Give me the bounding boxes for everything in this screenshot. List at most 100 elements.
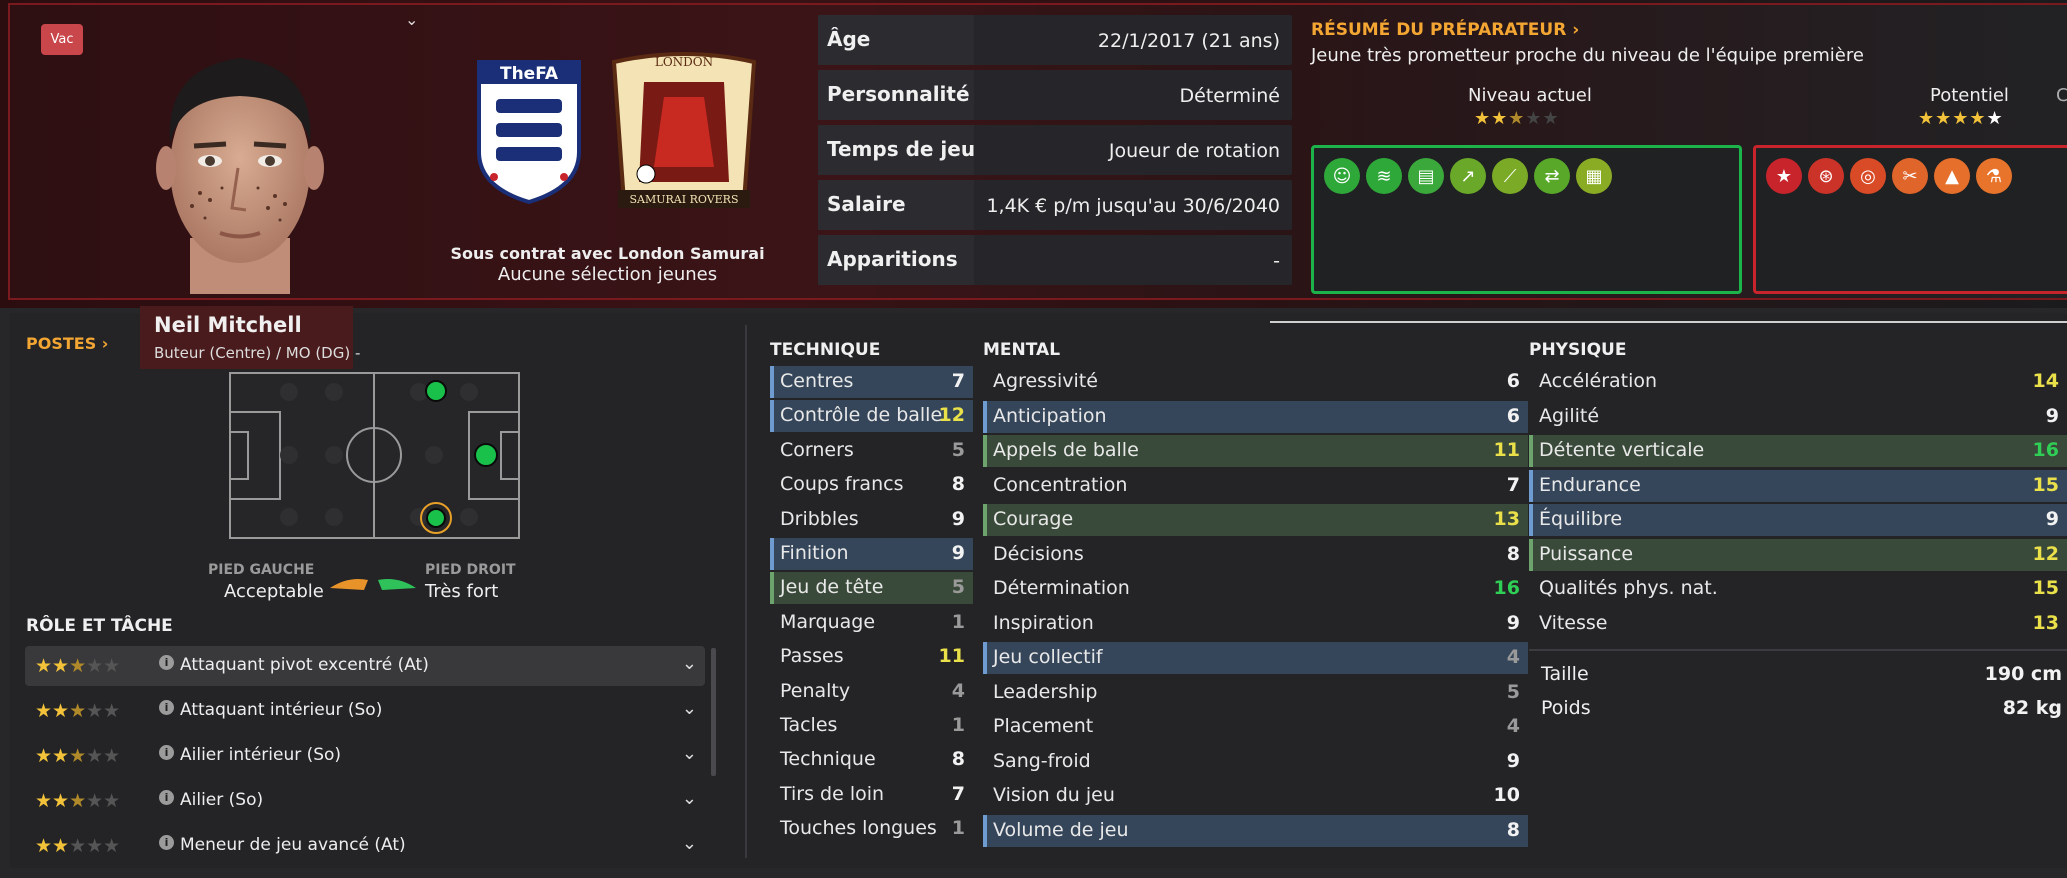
attribute-row[interactable]: Équilibre 9: [1529, 504, 2067, 536]
role-item[interactable]: ★★★★★ i Attaquant intérieur (So) ⌄: [25, 691, 705, 731]
attribute-row[interactable]: Technique 8: [770, 744, 973, 776]
player-name: Neil Mitchell: [154, 313, 302, 337]
chevron-down-icon[interactable]: ⌄: [682, 833, 697, 854]
attribute-row[interactable]: Vision du jeu 10: [983, 780, 1528, 812]
attribute-row[interactable]: Inspiration 9: [983, 608, 1528, 640]
notes-icon[interactable]: ▦: [1576, 158, 1612, 194]
attribute-row[interactable]: Concentration 7: [983, 470, 1528, 502]
status-badge[interactable]: Vac: [41, 24, 83, 55]
attribute-row[interactable]: Tacles 1: [770, 710, 973, 742]
positions-link[interactable]: POSTES ›: [26, 334, 108, 353]
attribute-row[interactable]: Jeu collectif 4: [983, 642, 1528, 674]
attribute-row[interactable]: Jeu de tête 5: [770, 572, 973, 605]
role-item[interactable]: ★★★★★ i Ailier intérieur (So) ⌄: [25, 736, 705, 776]
attribute-value: 1: [951, 610, 965, 633]
attribute-row[interactable]: Détermination 16: [983, 573, 1528, 605]
attribute-row[interactable]: Volume de jeu 8: [983, 814, 1528, 847]
role-item[interactable]: ★★★★★ i Ailier (So) ⌄: [25, 781, 705, 821]
chevron-down-icon[interactable]: ⌄: [682, 653, 697, 674]
attribute-row[interactable]: Finition 9: [770, 538, 973, 570]
attribute-row[interactable]: Contrôle de balle 12: [770, 400, 973, 433]
attribute-name: Vitesse: [1539, 611, 1608, 634]
attribute-row[interactable]: Endurance 15: [1529, 469, 2067, 502]
info-icon[interactable]: i: [159, 835, 174, 850]
attribute-name: Jeu de tête: [780, 576, 884, 599]
attribute-name: Sang-froid: [993, 749, 1091, 772]
attribute-row[interactable]: Touches longues 1: [770, 813, 973, 845]
attribute-row[interactable]: Dribbles 9: [770, 504, 973, 536]
trend-up-icon[interactable]: ↗: [1450, 158, 1486, 194]
attribute-row[interactable]: Tirs de loin 7: [770, 779, 973, 811]
attribute-row[interactable]: Décisions 8: [983, 539, 1528, 571]
attribute-name: Passes: [780, 645, 844, 668]
attribute-name: Puissance: [1539, 542, 1634, 565]
attribute-row[interactable]: Appels de balle 11: [983, 435, 1528, 467]
cone-icon[interactable]: ▲: [1934, 158, 1970, 194]
attribute-row[interactable]: Centres 7: [770, 366, 973, 398]
attribute-row[interactable]: Corners 5: [770, 435, 973, 467]
attribute-row[interactable]: Accélération 14: [1529, 366, 2067, 398]
attribute-row[interactable]: Détente verticale 16: [1529, 435, 2067, 467]
attribute-value: 4: [1506, 715, 1520, 737]
attribute-name: Tacles: [780, 714, 838, 736]
attribute-value: 13: [1493, 508, 1520, 530]
scout-summary-text: Jeune très prometteur proche du niveau d…: [1311, 45, 1864, 66]
attribute-value: 9: [951, 507, 965, 530]
attribute-value: 11: [1493, 439, 1520, 461]
attribute-row[interactable]: Passes 11: [770, 641, 973, 673]
brain-icon[interactable]: ☺: [1324, 158, 1360, 194]
chevron-down-icon[interactable]: ⌄: [682, 698, 697, 719]
info-icon[interactable]: i: [159, 700, 174, 715]
attribute-row[interactable]: Courage 13: [983, 504, 1528, 536]
current-ability-label: Niveau actuel: [1468, 85, 1592, 106]
attribute-name: Décisions: [993, 542, 1084, 565]
divider: [1529, 649, 2067, 651]
roles-scrollbar[interactable]: [711, 648, 716, 776]
attribute-row[interactable]: Placement 4: [983, 711, 1528, 743]
attribute-name: Dribbles: [780, 507, 859, 530]
chevron-down-icon[interactable]: ⌄: [682, 743, 697, 764]
attribute-value: 12: [938, 404, 965, 427]
role-item[interactable]: ★★★★★ i Attaquant pivot excentré (At) ⌄: [25, 646, 705, 686]
chevron-down-icon[interactable]: ⌄: [405, 10, 418, 29]
attribute-row[interactable]: Marquage 1: [770, 607, 973, 639]
attribute-row[interactable]: Vitesse 13: [1529, 608, 2067, 640]
rings-icon[interactable]: ⊛: [1808, 158, 1844, 194]
handshake-icon[interactable]: ⇄: [1534, 158, 1570, 194]
scissors-icon[interactable]: ✂: [1892, 158, 1928, 194]
attribute-row[interactable]: Penalty 4: [770, 676, 973, 708]
attribute-row[interactable]: Coups francs 8: [770, 469, 973, 501]
attribute-value: 4: [951, 679, 965, 702]
attribute-value: 4: [1506, 646, 1520, 668]
spring-icon[interactable]: ≋: [1366, 158, 1402, 194]
target-icon[interactable]: ◎: [1850, 158, 1886, 194]
right-foot-value: Très fort: [425, 581, 499, 602]
contract-club: Sous contrat avec London Samurai: [450, 244, 765, 263]
player-name-tab[interactable]: Neil Mitchell Buteur (Centre) / MO (DG) …: [140, 306, 360, 369]
info-icon[interactable]: i: [159, 745, 174, 760]
svg-text:LONDON: LONDON: [655, 55, 713, 69]
attribute-value: 8: [1506, 818, 1520, 841]
attribute-row[interactable]: Qualités phys. nat. 15: [1529, 573, 2067, 605]
info-icon[interactable]: i: [159, 655, 174, 670]
attribute-row[interactable]: Sang-froid 9: [983, 746, 1528, 778]
role-item[interactable]: ★★★★★ i Meneur de jeu avancé (At) ⌄: [25, 826, 705, 855]
attribute-row[interactable]: Puissance 12: [1529, 538, 2067, 571]
attribute-name: Corners: [780, 438, 854, 461]
attribute-row[interactable]: Anticipation 6: [983, 400, 1528, 433]
flask-icon[interactable]: ⚗: [1976, 158, 2012, 194]
foot-boots-icon: [330, 579, 416, 590]
chevron-down-icon[interactable]: ⌄: [682, 788, 697, 809]
boot-icon[interactable]: ⟋: [1492, 158, 1528, 194]
attribute-name: Anticipation: [993, 404, 1107, 427]
scout-summary-link[interactable]: RÉSUMÉ DU PRÉPARATEUR ›: [1311, 20, 1579, 40]
info-icon[interactable]: i: [159, 790, 174, 805]
attribute-name: Qualités phys. nat.: [1539, 577, 1718, 599]
attribute-row[interactable]: Agressivité 6: [983, 366, 1528, 398]
attribute-row[interactable]: Leadership 5: [983, 677, 1528, 709]
attribute-row[interactable]: Agilité 9: [1529, 401, 2067, 433]
attribute-name: Leadership: [993, 680, 1098, 703]
star-icon[interactable]: ★: [1766, 158, 1802, 194]
info-appearances: Apparitions -: [818, 235, 1292, 285]
document-icon[interactable]: ▤: [1408, 158, 1444, 194]
